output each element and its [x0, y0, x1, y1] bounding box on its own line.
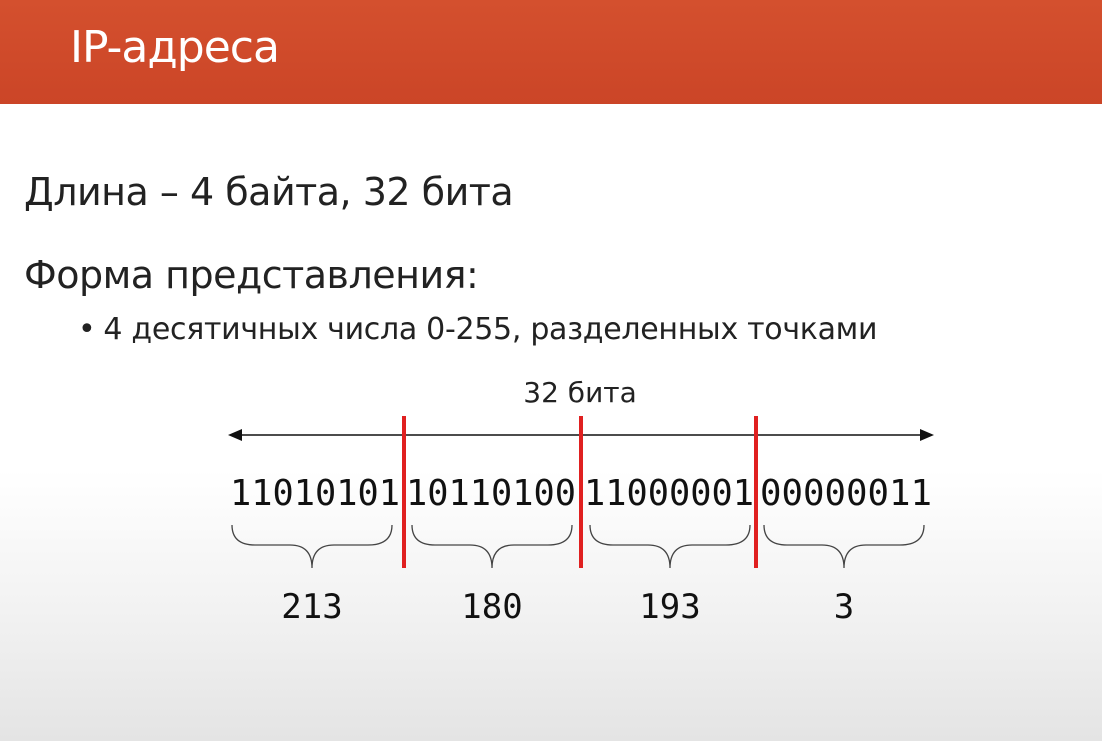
octet-decimal-4: 3: [834, 587, 854, 627]
octet-decimal-3: 193: [639, 587, 700, 627]
ip-diagram: 32 бита 11010101 10110100 11000001 00000…: [228, 376, 934, 627]
octet-binary-2: 10110100: [406, 473, 576, 514]
octet-binary-4: 00000011: [760, 473, 932, 514]
brace-2-icon: [411, 524, 573, 569]
brace-4-icon: [763, 524, 925, 569]
span-label: 32 бита: [523, 376, 636, 409]
octet-binary-1: 11010101: [230, 473, 400, 514]
brace-1-icon: [231, 524, 393, 569]
brace-3-icon: [589, 524, 751, 569]
octet-decimal-1: 213: [281, 587, 342, 627]
octet-decimal-2: 180: [461, 587, 522, 627]
octet-binary-3: 11000001: [584, 473, 754, 514]
